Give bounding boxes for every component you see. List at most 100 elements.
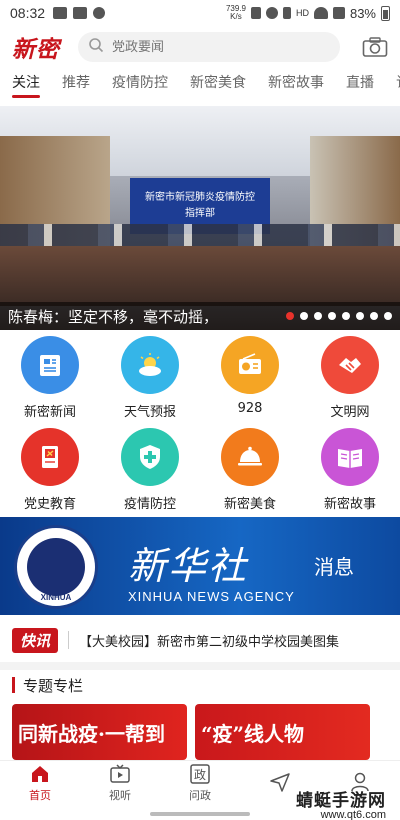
nav-video[interactable]: 视听 — [80, 761, 160, 804]
tab-recommend[interactable]: 推荐 — [62, 68, 90, 100]
send-icon — [270, 772, 290, 792]
tv-icon — [110, 763, 130, 783]
shield-cross-icon — [121, 428, 179, 486]
app-header: 新密 — [0, 30, 400, 64]
tab-stories[interactable]: 新密故事 — [268, 68, 324, 100]
flash-badge: 快讯 — [12, 627, 59, 653]
news-doc-icon — [21, 336, 79, 394]
banner-subtitle: 消息 — [314, 555, 354, 579]
special-card[interactable]: “疫”线人物 — [195, 704, 370, 760]
grid-label: 文明网 — [330, 405, 370, 420]
grid-label: 新密新闻 — [23, 405, 76, 420]
nav-home[interactable]: 首页 — [0, 761, 80, 804]
special-section-header: 专题专栏 — [12, 674, 83, 696]
shortcut-grid: 新密新闻 天气预报 928 文明网 党史教育 疫情防控 新密美食 新密故事 — [0, 336, 400, 520]
xinhua-banner[interactable]: XINHUA 新华社 消息 XINHUA NEWS AGENCY — [0, 517, 400, 615]
weather-sun-cloud-icon — [121, 336, 179, 394]
hd-label: HD — [295, 8, 309, 18]
grid-item-stories[interactable]: 新密故事 — [300, 428, 400, 520]
carousel-dot[interactable] — [370, 312, 378, 320]
carousel-dot[interactable] — [286, 312, 294, 320]
sync-icon — [93, 7, 106, 19]
grid-item-party-history[interactable]: 党史教育 — [0, 428, 100, 520]
flash-headline[interactable]: 【大美校园】新密市第二初级中学校园美图集 — [79, 631, 339, 650]
special-cards: 同新战疫·一帮到 “疫”线人物 — [12, 704, 370, 760]
battery-percent: 83% — [349, 5, 376, 21]
screen-line: 新密市新冠肺炎疫情防控 — [145, 192, 255, 203]
section-title: 专题专栏 — [23, 676, 84, 695]
signal-icon — [332, 7, 345, 19]
grid-label: 928 — [237, 401, 263, 416]
food-dome-icon — [221, 428, 279, 486]
radio-icon — [221, 336, 279, 394]
tab-epidemic[interactable]: 疫情防控 — [112, 68, 168, 100]
grid-item-food[interactable]: 新密美食 — [200, 428, 300, 520]
camera-icon[interactable] — [362, 36, 388, 58]
grid-item-news[interactable]: 新密新闻 — [0, 336, 100, 428]
xinhua-emblem-icon: XINHUA — [14, 525, 98, 609]
handshake-icon — [321, 336, 379, 394]
emblem-text: XINHUA — [40, 593, 72, 602]
special-card[interactable]: 同新战疫·一帮到 — [12, 704, 187, 760]
politics-icon: 政 — [190, 763, 210, 784]
carousel-dot[interactable] — [342, 312, 350, 320]
wifi-icon — [313, 7, 328, 19]
tab-follow[interactable]: 关注 — [12, 68, 40, 100]
search-input[interactable] — [112, 39, 312, 55]
emblem-center — [27, 538, 85, 596]
banner-english: XINHUA NEWS AGENCY — [128, 589, 295, 604]
hero-caption[interactable]: 陈春梅：坚定不移，毫不动摇， — [8, 306, 286, 327]
carousel-dots — [286, 312, 392, 320]
hero-carousel[interactable]: 新密市新冠肺炎疫情防控 指挥部 陈春梅：坚定不移，毫不动摇， — [0, 106, 400, 330]
grid-label: 新密故事 — [323, 497, 376, 512]
hero-photo-table — [0, 246, 400, 306]
tab-subscribe[interactable]: 订阅 — [396, 68, 400, 100]
carousel-dot[interactable] — [356, 312, 364, 320]
gesture-bar[interactable] — [150, 812, 250, 816]
image-icon — [73, 7, 88, 19]
divider — [68, 631, 70, 649]
status-time: 08:32 — [10, 5, 46, 21]
home-icon — [32, 765, 48, 782]
open-book-icon — [321, 428, 379, 486]
bluetooth-icon — [282, 7, 291, 19]
tab-live[interactable]: 直播 — [346, 68, 374, 100]
hero-caption-bar: 陈春梅：坚定不移，毫不动摇， — [0, 302, 400, 330]
tab-food[interactable]: 新密美食 — [190, 68, 246, 100]
battery-icon — [381, 5, 390, 21]
status-bar: 08:32 739.9 K/s HD 83% — [0, 0, 400, 26]
carousel-dot[interactable] — [300, 312, 308, 320]
nav-label: 视听 — [109, 788, 131, 802]
grid-item-civilization[interactable]: 文明网 — [300, 336, 400, 428]
app-logo[interactable]: 新密 — [12, 30, 78, 64]
svg-text:政: 政 — [194, 768, 206, 782]
grid-label: 疫情防控 — [123, 497, 176, 512]
grid-item-epidemic[interactable]: 疫情防控 — [100, 428, 200, 520]
channel-tabs: 关注 推荐 疫情防控 新密美食 新密故事 直播 订阅 — [0, 68, 400, 100]
notification-icons — [53, 7, 106, 19]
banner-title: 新华社 — [128, 544, 249, 588]
nav-politics[interactable]: 政 问政 — [160, 761, 240, 804]
section-accent-bar — [12, 677, 15, 693]
grid-label: 新密美食 — [223, 497, 276, 512]
grid-item-radio[interactable]: 928 — [200, 336, 300, 428]
grid-label: 天气预报 — [123, 405, 176, 420]
watermark: 蜻蜓手游网 www.qt6.com — [296, 786, 386, 820]
nav-label: 首页 — [29, 788, 51, 802]
watermark-line: 蜻蜓手游网 — [296, 791, 386, 811]
message-icon — [53, 7, 68, 19]
carousel-dot[interactable] — [328, 312, 336, 320]
party-book-icon — [21, 428, 79, 486]
carousel-dot[interactable] — [384, 312, 392, 320]
grid-item-weather[interactable]: 天气预报 — [100, 336, 200, 428]
nav-label: 问政 — [189, 788, 211, 802]
vibrate-icon — [250, 7, 261, 19]
flash-news[interactable]: 快讯 【大美校园】新密市第二初级中学校园美图集 — [0, 623, 400, 657]
carousel-dot[interactable] — [314, 312, 322, 320]
network-speed: 739.9 K/s — [225, 4, 246, 21]
search-bar[interactable] — [78, 32, 340, 62]
search-icon — [88, 37, 104, 57]
alarm-icon — [265, 7, 278, 19]
screen-line: 指挥部 — [185, 208, 215, 219]
section-divider — [0, 662, 400, 670]
